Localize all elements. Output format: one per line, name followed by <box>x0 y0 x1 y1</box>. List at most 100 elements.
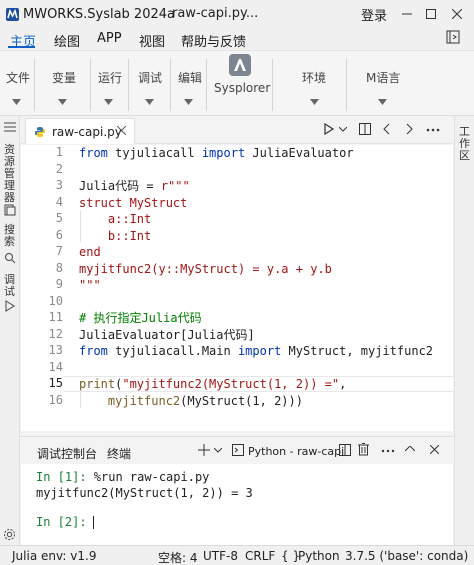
ribbon-edit[interactable]: 编辑 <box>178 69 202 86</box>
line-number: 4 <box>55 194 63 209</box>
settings-gear-icon[interactable] <box>3 528 16 541</box>
tab-debug-console[interactable]: 调试控制台 <box>37 445 97 462</box>
activity-bar: 资源管理器 搜索 调试 <box>0 116 20 545</box>
code-line-7: end <box>79 245 101 259</box>
ribbon-run-caret-icon[interactable] <box>104 99 113 105</box>
sysplorer-icon[interactable] <box>229 54 251 76</box>
minimize-button[interactable] <box>396 3 418 25</box>
ribbon-divider <box>90 59 91 111</box>
ribbon-sysplorer[interactable]: Sysplorer <box>214 81 270 95</box>
code-line-5: a::Int <box>79 212 152 226</box>
line-number: 15 <box>48 376 63 390</box>
split-terminal-icon[interactable] <box>339 444 351 456</box>
close-window-button[interactable] <box>446 3 468 25</box>
terminal-dropdown-chevron-icon[interactable] <box>214 448 222 453</box>
ribbon-variables-label: 变量 <box>52 71 77 85</box>
line-number-gutter: 1 2 3 4 5 6 7 8 9 10 11 12 13 14 15 16 <box>21 145 63 431</box>
ribbon-file-caret-icon[interactable] <box>12 99 21 105</box>
navigate-forward-icon[interactable] <box>405 123 413 135</box>
ribbon-environment-label: 环境 <box>302 71 327 85</box>
editor-tab-raw-capi[interactable]: raw-capi.py <box>25 118 135 144</box>
ribbon-m-language-caret-icon[interactable] <box>378 99 387 105</box>
line-number: 3 <box>55 178 63 192</box>
trash-icon[interactable] <box>358 443 369 456</box>
menu-icon[interactable] <box>4 122 16 132</box>
language-mode-status[interactable]: Python <box>298 549 340 563</box>
app-logo-icon <box>5 7 19 21</box>
navigate-back-icon[interactable] <box>383 123 391 135</box>
line-number: 10 <box>48 293 63 308</box>
login-link[interactable]: 登录 <box>361 5 387 24</box>
menu-view[interactable]: 视图 <box>139 31 165 50</box>
line-number: 7 <box>55 244 63 258</box>
popout-icon[interactable] <box>446 30 462 46</box>
ribbon-variables-caret-icon[interactable] <box>58 99 67 105</box>
python-file-icon <box>34 126 46 138</box>
workspace-tab[interactable]: 工作区 <box>459 126 471 162</box>
terminal-kernel-label[interactable]: Python - raw-capi <box>248 445 344 458</box>
ribbon-divider <box>170 59 171 111</box>
code-line-8: myjitfunc2(y::MyStruct) = y.a + y.b <box>79 261 332 276</box>
line-number: 8 <box>55 260 63 275</box>
ribbon-file[interactable]: 文件 <box>6 69 30 86</box>
split-editor-icon[interactable] <box>359 123 371 135</box>
ribbon-variables[interactable]: 变量 <box>52 69 76 86</box>
ribbon-environment[interactable]: 环境 <box>302 69 326 86</box>
interpreter-status[interactable]: 3.7.5 ('base': conda) <box>345 549 468 563</box>
ribbon-debug[interactable]: 调试 <box>138 69 162 86</box>
explorer-tab[interactable]: 资源管理器 <box>4 144 16 204</box>
search-icon[interactable] <box>4 252 16 264</box>
window-file-title: raw-capi.py... <box>172 6 259 21</box>
encoding-status[interactable]: UTF-8 <box>203 549 238 563</box>
maximize-panel-chevron-icon[interactable] <box>405 446 415 452</box>
ribbon-divider <box>206 59 207 111</box>
ribbon-m-language[interactable]: M语言 <box>366 69 400 86</box>
ribbon-environment-caret-icon[interactable] <box>310 99 319 105</box>
menu-app[interactable]: APP <box>97 31 122 46</box>
new-terminal-plus-icon[interactable] <box>198 444 210 456</box>
restore-button[interactable] <box>420 3 442 25</box>
console-output: myjitfunc2(MyStruct(1, 2)) = 3 <box>36 486 253 500</box>
ribbon-m-language-label: M语言 <box>366 71 401 85</box>
code-editor[interactable]: 1 2 3 4 5 6 7 8 9 10 11 12 13 14 15 16 f… <box>21 145 453 431</box>
code-line-4: struct MyStruct <box>79 195 188 210</box>
files-icon[interactable] <box>4 204 16 216</box>
console-prompt: In [2]: <box>36 515 87 529</box>
debug-tab[interactable]: 调试 <box>4 274 16 298</box>
indent-spaces-status[interactable]: 空格: 4 <box>158 549 198 565</box>
terminal-prompt-icon <box>232 444 244 456</box>
code-line-12: JuliaEvaluator[Julia代码] <box>79 327 255 342</box>
tab-terminal[interactable]: 终端 <box>107 445 131 462</box>
line-number: 16 <box>48 392 63 407</box>
ipython-console[interactable]: In [1]: %run raw-capi.py myjitfunc2(MySt… <box>21 464 453 545</box>
ribbon-edit-label: 编辑 <box>178 71 203 85</box>
close-panel-icon[interactable] <box>430 445 439 454</box>
line-number: 11 <box>48 310 63 324</box>
more-panel-actions-icon[interactable] <box>381 449 395 453</box>
julia-env-status[interactable]: Julia env: v1.9 <box>12 549 96 563</box>
close-tab-icon[interactable] <box>117 126 126 135</box>
run-options-chevron-icon[interactable] <box>339 127 347 132</box>
ribbon-sysplorer-label: Sysplorer <box>214 81 271 95</box>
ribbon-debug-caret-icon[interactable] <box>145 99 154 105</box>
ribbon-edit-caret-icon[interactable] <box>184 99 193 105</box>
text-cursor <box>92 516 94 529</box>
menu-help-feedback[interactable]: 帮助与反馈 <box>181 31 246 50</box>
status-bar: Julia env: v1.9 空格: 4 UTF-8 CRLF { } Pyt… <box>0 545 474 565</box>
eol-status[interactable]: CRLF <box>245 549 275 563</box>
ribbon-divider <box>128 59 129 111</box>
menu-plot[interactable]: 绘图 <box>54 31 80 50</box>
code-line-15: print("myjitfunc2(MyStruct(1, 2)) =", <box>79 377 347 391</box>
console-input-2[interactable]: In [2]: <box>36 515 94 529</box>
code-line-6: b::Int <box>79 228 152 243</box>
run-debug-icon[interactable] <box>4 300 16 312</box>
ribbon-file-label: 文件 <box>6 71 31 85</box>
more-actions-icon[interactable] <box>426 128 440 132</box>
ribbon-divider <box>34 59 35 111</box>
run-file-icon[interactable] <box>323 123 335 135</box>
app-title: MWORKS.Syslab 2024a <box>23 6 175 22</box>
ribbon-divider <box>346 59 347 111</box>
ribbon-run[interactable]: 运行 <box>98 69 122 86</box>
search-tab[interactable]: 搜索 <box>4 224 16 248</box>
code-line-16: myjitfunc2(MyStruct(1, 2))) <box>107 393 303 408</box>
